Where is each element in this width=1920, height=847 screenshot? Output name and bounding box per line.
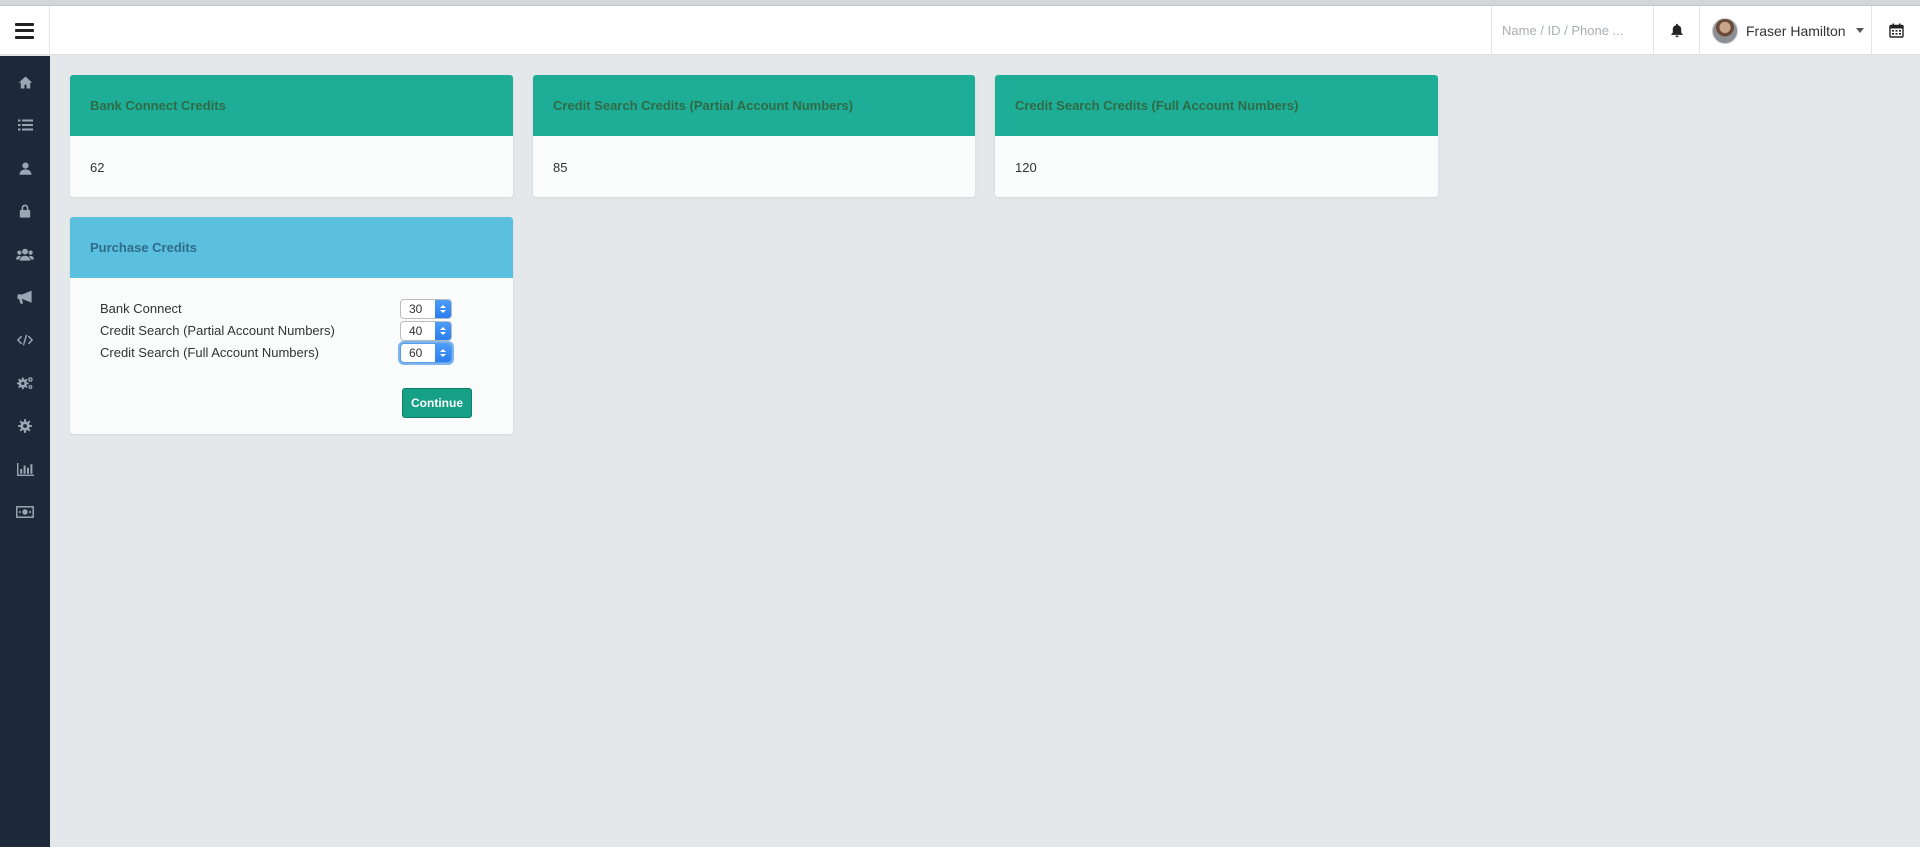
purchase-credits-panel: Purchase Credits Bank Connect Credit Sea… xyxy=(70,217,513,434)
search-input[interactable] xyxy=(1492,6,1653,55)
calendar-icon xyxy=(1888,23,1904,38)
credit-count: 120 xyxy=(1015,159,1037,175)
menu-toggle-button[interactable] xyxy=(0,6,50,55)
list-icon xyxy=(17,119,33,131)
credit-count: 62 xyxy=(90,159,105,175)
bank-connect-quantity-input[interactable] xyxy=(401,300,435,318)
stepper-arrows-icon[interactable] xyxy=(435,322,451,340)
bar-chart-icon xyxy=(16,462,34,476)
bell-icon xyxy=(1670,23,1683,38)
full-search-label: Credit Search (Full Account Numbers) xyxy=(100,345,319,360)
bank-connect-quantity-stepper[interactable] xyxy=(400,299,452,319)
full-search-quantity-input[interactable] xyxy=(401,344,435,362)
sidebar-item-list[interactable] xyxy=(0,107,50,143)
sidebar-item-announcements[interactable] xyxy=(0,279,50,315)
sidebar-item-integrations[interactable] xyxy=(0,365,50,401)
calendar-button[interactable] xyxy=(1872,6,1920,55)
avatar xyxy=(1712,17,1738,44)
user-name: Fraser Hamilton xyxy=(1746,22,1846,39)
code-icon xyxy=(17,334,33,346)
stepper-arrows-icon[interactable] xyxy=(435,344,451,362)
users-icon xyxy=(16,248,34,261)
full-search-quantity-stepper[interactable] xyxy=(400,343,452,363)
panel-title: Purchase Credits xyxy=(70,217,513,278)
user-icon xyxy=(19,162,31,175)
gear-icon xyxy=(18,419,32,433)
sidebar-item-user[interactable] xyxy=(0,150,50,186)
partial-search-label: Credit Search (Partial Account Numbers) xyxy=(100,323,335,338)
sidebar-item-developer[interactable] xyxy=(0,322,50,358)
partial-search-credits-panel: Credit Search Credits (Partial Account N… xyxy=(533,75,975,197)
partial-search-quantity-input[interactable] xyxy=(401,322,435,340)
panel-title: Bank Connect Credits xyxy=(70,75,513,136)
sidebar-item-users[interactable] xyxy=(0,236,50,272)
home-icon xyxy=(18,76,32,88)
hamburger-icon xyxy=(15,22,34,39)
sidebar-item-security[interactable] xyxy=(0,193,50,229)
panel-title: Credit Search Credits (Full Account Numb… xyxy=(995,75,1438,136)
full-search-credits-panel: Credit Search Credits (Full Account Numb… xyxy=(995,75,1438,197)
user-menu[interactable]: Fraser Hamilton xyxy=(1700,6,1872,55)
bank-connect-credits-panel: Bank Connect Credits 62 xyxy=(70,75,513,197)
continue-button[interactable]: Continue xyxy=(402,388,472,418)
credit-count: 85 xyxy=(553,159,568,175)
search-box xyxy=(1491,6,1654,55)
sidebar-item-settings[interactable] xyxy=(0,408,50,444)
stepper-arrows-icon[interactable] xyxy=(435,300,451,318)
notifications-button[interactable] xyxy=(1654,6,1700,55)
cogs-icon xyxy=(16,377,33,390)
sidebar-item-home[interactable] xyxy=(0,64,50,100)
money-icon xyxy=(16,506,34,518)
lock-icon xyxy=(19,204,31,218)
sidebar xyxy=(0,56,50,847)
sidebar-item-billing[interactable] xyxy=(0,494,50,530)
bank-connect-label: Bank Connect xyxy=(100,301,182,316)
megaphone-icon xyxy=(17,290,32,304)
partial-search-quantity-stepper[interactable] xyxy=(400,321,452,341)
panel-title: Credit Search Credits (Partial Account N… xyxy=(533,75,975,136)
chevron-down-icon xyxy=(1855,28,1864,33)
sidebar-item-reports[interactable] xyxy=(0,451,50,487)
top-bar: Fraser Hamilton xyxy=(0,6,1920,55)
